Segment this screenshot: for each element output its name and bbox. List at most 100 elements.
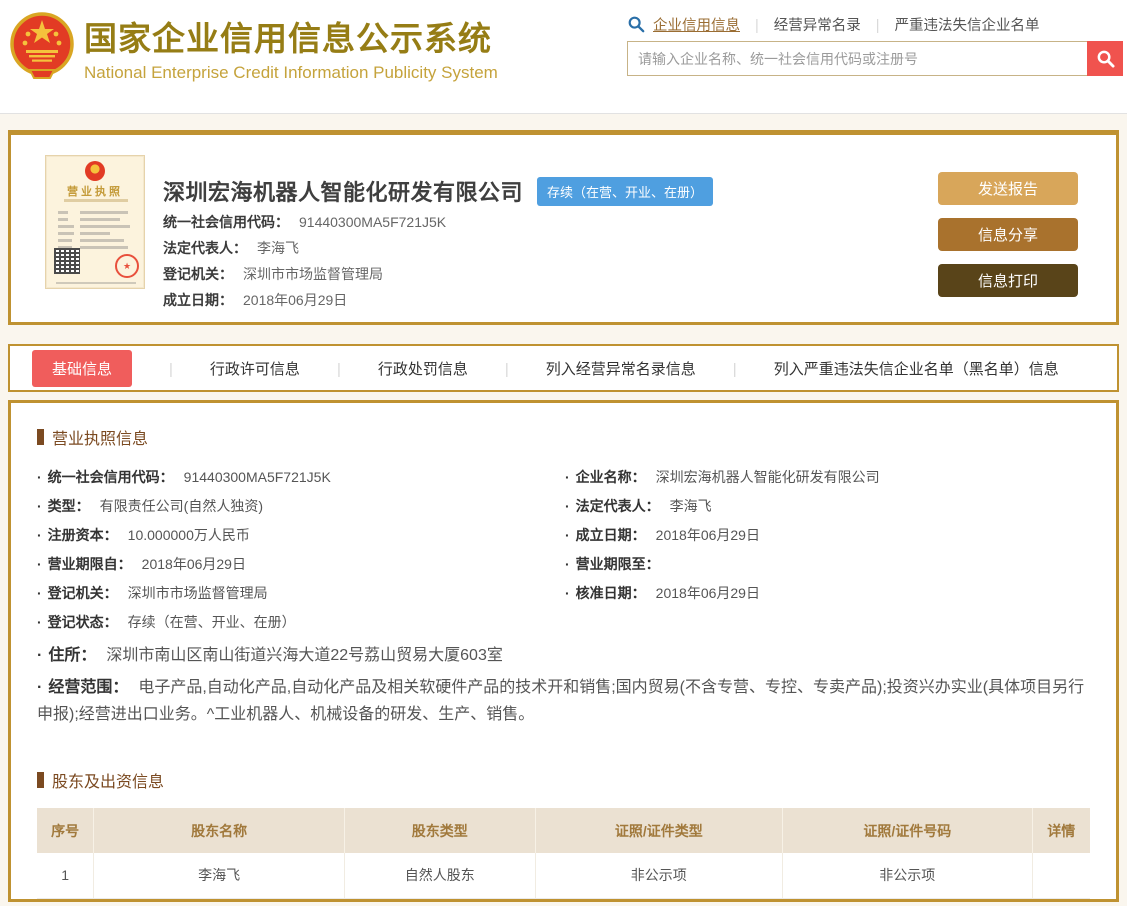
page-title: 国家企业信用信息公示系统: [84, 12, 498, 60]
status-badge: 存续（在营、开业、在册）: [537, 177, 713, 206]
field: 类型： 有限责任公司(自然人独资): [37, 492, 565, 521]
field-label: 登记机关：: [37, 585, 118, 601]
company-field: 统一社会信用代码： 91440300MA5F721J5K: [163, 209, 446, 235]
table-cell: 1: [37, 853, 94, 898]
company-summary-card: 营业执照 ★ 深圳宏海机器人智能化研发有限公司 存续（在营、开业、在册） 统一社…: [8, 130, 1119, 325]
tab[interactable]: 行政处罚信息: [300, 358, 468, 379]
card-actions: 发送报告 信息分享 信息打印: [938, 172, 1078, 310]
field: 统一社会信用代码：91440300MA5F721J5K: [37, 463, 565, 492]
company-header: 深圳宏海机器人智能化研发有限公司 存续（在营、开业、在册）: [163, 175, 713, 207]
field: 住所： 深圳市南山区南山街道兴海大道22号荔山贸易大厦603室: [37, 637, 503, 669]
action-button[interactable]: 信息分享: [938, 218, 1078, 251]
table-header-cell: 证照/证件类型: [535, 808, 782, 853]
field-value: 2018年06月29日: [656, 527, 760, 543]
field-value: 深圳市南山区南山街道兴海大道22号荔山贸易大厦603室: [106, 647, 503, 664]
field-label: 营业期限至：: [565, 556, 660, 572]
license-emblem-icon: [85, 161, 105, 181]
field-row: 营业期限自： 2018年06月29日 营业期限至：: [37, 550, 1090, 579]
search-input[interactable]: [627, 41, 1087, 76]
field-value: 10.000000万人民币: [128, 527, 250, 543]
field-value: 深圳市市场监督管理局: [243, 266, 383, 282]
field-value: 电子产品,自动化产品,自动化产品及相关软硬件产品的技术开和销售;国内贸易(不含专…: [37, 679, 1084, 723]
field: 法定代表人： 李海飞: [565, 492, 1090, 521]
business-license-thumbnail: 营业执照 ★: [45, 155, 145, 289]
field-value: 2018年06月29日: [656, 585, 760, 601]
table-row: 1李海飞自然人股东非公示项非公示项: [37, 853, 1090, 898]
national-emblem-logo: [10, 8, 74, 86]
field-label: 成立日期：: [565, 527, 646, 543]
table-header-cell: 股东类型: [344, 808, 535, 853]
table-cell: 自然人股东: [344, 853, 535, 898]
table-header-row: 序号股东名称股东类型证照/证件类型证照/证件号码详情: [37, 808, 1090, 853]
field-label: 住所：: [37, 647, 96, 664]
site-header: 国家企业信用信息公示系统 National Enterprise Credit …: [0, 0, 1127, 114]
license-red-seal: ★: [115, 254, 139, 278]
search-icon: [1096, 49, 1115, 68]
license-full-rows: 住所： 深圳市南山区南山街道兴海大道22号荔山贸易大厦603室 经营范围：电子产品…: [37, 637, 1090, 728]
field-label: 成立日期：: [163, 292, 233, 308]
field-value: 有限责任公司(自然人独资): [100, 498, 263, 514]
table-cell: 非公示项: [783, 853, 1033, 898]
section-title: 营业执照信息: [52, 425, 148, 449]
action-button[interactable]: 信息打印: [938, 264, 1078, 297]
field-row: 类型： 有限责任公司(自然人独资) 法定代表人： 李海飞: [37, 492, 1090, 521]
top-nav: 企业信用信息经营异常名录严重违法失信企业名单: [627, 13, 1123, 35]
field: 营业期限至：: [565, 550, 1090, 579]
nav-link[interactable]: 经营异常名录: [740, 14, 861, 35]
section-marker: [37, 772, 44, 788]
field-label: 登记状态：: [37, 614, 118, 630]
shareholder-section-header: 股东及出资信息: [37, 768, 1090, 792]
field: 成立日期： 2018年06月29日: [565, 521, 1090, 550]
field-label: 法定代表人：: [163, 240, 247, 256]
page-subtitle: National Enterprise Credit Information P…: [84, 63, 498, 83]
license-section-header: 营业执照信息: [37, 425, 1090, 449]
field-label: 统一社会信用代码：: [163, 214, 289, 230]
field-value: 李海飞: [670, 498, 712, 514]
field-label: 企业名称：: [565, 469, 646, 485]
search-icon: [627, 15, 645, 33]
field-label: 类型：: [37, 498, 90, 514]
field-label: 统一社会信用代码：: [37, 469, 174, 485]
company-key-fields: 统一社会信用代码：91440300MA5F721J5K 法定代表人：李海飞 登记…: [163, 209, 446, 313]
field-label: 法定代表人：: [565, 498, 660, 514]
field: 登记状态：存续（在营、开业、在册）: [37, 608, 565, 637]
table-body: 1李海飞自然人股东非公示项非公示项: [37, 853, 1090, 898]
field-label: 营业期限自：: [37, 556, 132, 572]
field-value: 2018年06月29日: [142, 556, 246, 572]
field-label: 注册资本：: [37, 527, 118, 543]
field-row: 登记状态：存续（在营、开业、在册）: [37, 608, 1090, 637]
field: 企业名称：深圳宏海机器人智能化研发有限公司: [565, 463, 1090, 492]
field-value: 深圳市市场监督管理局: [128, 585, 268, 601]
tab[interactable]: 列入严重违法失信企业名单（黑名单）信息: [696, 358, 1059, 379]
action-button[interactable]: 发送报告: [938, 172, 1078, 205]
company-name: 深圳宏海机器人智能化研发有限公司: [163, 175, 523, 207]
field-row: 登记机关： 深圳市市场监督管理局 核准日期： 2018年06月29日: [37, 579, 1090, 608]
field-label: 核准日期：: [565, 585, 646, 601]
field-value: 91440300MA5F721J5K: [299, 214, 446, 230]
table-header-cell: 股东名称: [94, 808, 345, 853]
tab[interactable]: 行政许可信息: [132, 358, 300, 379]
basic-info-panel: 营业执照信息 统一社会信用代码：91440300MA5F721J5K 企业名称：…: [8, 400, 1119, 902]
tab[interactable]: 列入经营异常名录信息: [468, 358, 696, 379]
tab[interactable]: 基础信息: [32, 350, 132, 387]
license-qr-code: [54, 248, 80, 274]
nav-link[interactable]: 企业信用信息: [653, 14, 740, 35]
info-tabs: 基础信息行政许可信息行政处罚信息列入经营异常名录信息列入严重违法失信企业名单（黑…: [8, 344, 1119, 392]
search-button[interactable]: [1087, 41, 1123, 76]
license-title: 营业执照: [46, 183, 144, 199]
table-cell: [1032, 853, 1090, 898]
field-label: 登记机关：: [163, 266, 233, 282]
nav-link[interactable]: 严重违法失信企业名单: [861, 14, 1040, 35]
field: 营业期限自： 2018年06月29日: [37, 550, 565, 579]
field-row: 经营范围：电子产品,自动化产品,自动化产品及相关软硬件产品的技术开和销售;国内贸…: [37, 669, 1090, 728]
company-field: 登记机关： 深圳市市场监督管理局: [163, 261, 446, 287]
field-row: 注册资本： 10.000000万人民币 成立日期： 2018年06月29日: [37, 521, 1090, 550]
field-row: 住所： 深圳市南山区南山街道兴海大道22号荔山贸易大厦603室: [37, 637, 1090, 669]
header-right: 企业信用信息经营异常名录严重违法失信企业名单: [627, 13, 1123, 76]
table-cell: 李海飞: [94, 853, 345, 898]
field: 注册资本： 10.000000万人民币: [37, 521, 565, 550]
title-block: 国家企业信用信息公示系统 National Enterprise Credit …: [84, 12, 498, 83]
search-bar: [627, 41, 1123, 76]
company-field: 成立日期：2018年06月29日: [163, 287, 446, 313]
field: 核准日期： 2018年06月29日: [565, 579, 1090, 608]
